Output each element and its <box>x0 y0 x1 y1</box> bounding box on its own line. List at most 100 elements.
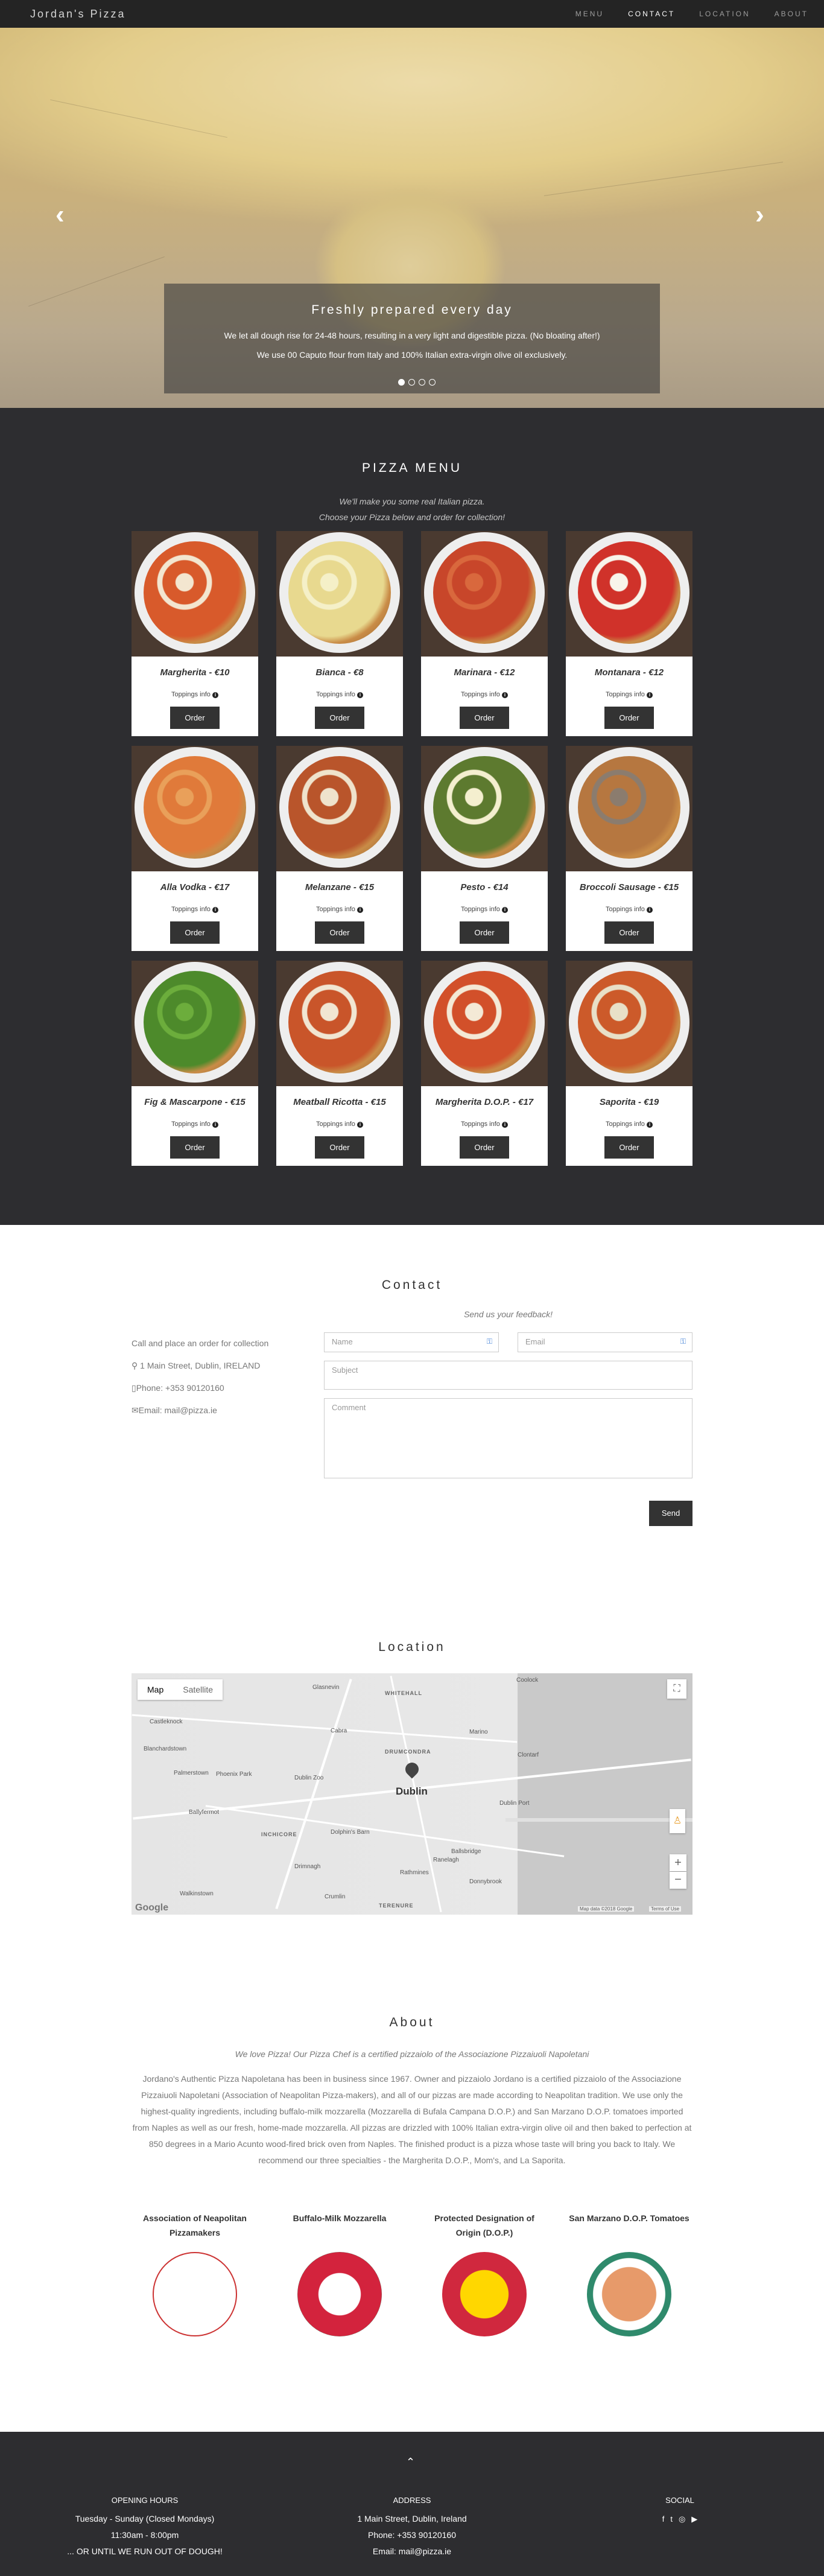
menu-title: PIZZA MENU <box>361 461 462 475</box>
footer-phone: Phone: +353 90120160 <box>368 2530 456 2540</box>
map-place-label: Ranelagh <box>433 1857 459 1863</box>
order-button[interactable]: Order <box>460 1136 509 1159</box>
toppings-info-link[interactable]: Toppings info i <box>421 691 548 698</box>
order-button[interactable]: Order <box>604 1136 654 1159</box>
instagram-icon[interactable]: ◎ <box>679 2511 685 2527</box>
email-placeholder: Email <box>525 1337 545 1346</box>
nav-item-location[interactable]: LOCATION <box>699 10 750 18</box>
map-tab-satellite[interactable]: Satellite <box>173 1679 223 1700</box>
map-place-label: Palmerstown <box>174 1770 209 1776</box>
order-button[interactable]: Order <box>170 1136 220 1159</box>
toppings-info-link[interactable]: Toppings info i <box>276 691 403 698</box>
contact-phone-row: ▯Phone: +353 90120160 <box>132 1383 268 1405</box>
zoom-in-icon[interactable]: + <box>670 1854 686 1871</box>
carousel-next-icon[interactable]: › <box>755 200 764 230</box>
toppings-info-link[interactable]: Toppings info i <box>132 1121 258 1128</box>
map-place-label: INCHICORE <box>261 1831 297 1837</box>
brand-logo-text[interactable]: Jordan's Pizza <box>30 8 126 21</box>
pizza-name: Margherita D.O.P. - €17 <box>435 1097 534 1107</box>
zoom-out-icon[interactable]: − <box>670 1872 686 1889</box>
nav-item-menu[interactable]: MENU <box>575 10 604 18</box>
order-button[interactable]: Order <box>604 921 654 944</box>
marble-vein <box>544 162 784 196</box>
nav-item-contact[interactable]: CONTACT <box>628 10 675 18</box>
order-button[interactable]: Order <box>604 707 654 729</box>
about-title: About <box>389 2015 435 2029</box>
order-button[interactable]: Order <box>315 707 364 729</box>
send-button[interactable]: Send <box>649 1501 692 1526</box>
email-field[interactable]: Email ⚿ <box>518 1332 692 1352</box>
carousel-dot[interactable] <box>398 379 405 386</box>
pizza-menu-section: PIZZA MENU We'll make you some real Ital… <box>0 408 824 1225</box>
info-icon: i <box>501 692 508 698</box>
pizza-card: Bianca - €8 Toppings info i Order <box>276 531 403 736</box>
info-icon: i <box>646 1122 653 1128</box>
toppings-info-link[interactable]: Toppings info i <box>566 906 692 913</box>
info-icon: i <box>357 692 363 698</box>
footer-address-line: 1 Main Street, Dublin, Ireland <box>357 2514 467 2524</box>
pizza-image <box>566 746 692 871</box>
facebook-icon[interactable]: f <box>662 2511 665 2527</box>
nav-item-about[interactable]: ABOUT <box>775 10 808 18</box>
carousel-dot[interactable] <box>408 379 415 386</box>
map-tab-map[interactable]: Map <box>138 1679 173 1700</box>
google-map[interactable]: Glasnevin WHITEHALL Coolock Cabra DRUMCONDRA… <box>132 1673 692 1915</box>
toppings-label: Toppings info <box>171 691 211 698</box>
pegman-icon[interactable]: ♙ <box>670 1809 685 1833</box>
pizza-card: Broccoli Sausage - €15 Toppings info i Ord… <box>566 746 692 951</box>
pizza-card: Saporita - €19 Toppings info i Order <box>566 961 692 1166</box>
pizza-pie <box>433 541 536 644</box>
about-lead: We love Pizza! Our Pizza Chef is a certi… <box>235 2049 589 2059</box>
carousel-dot[interactable] <box>429 379 436 386</box>
toppings-info-link[interactable]: Toppings info i <box>566 691 692 698</box>
pizza-pie <box>578 756 680 859</box>
order-button[interactable]: Order <box>315 921 364 944</box>
map-terms-link[interactable]: Terms of Use <box>649 1906 682 1912</box>
order-button[interactable]: Order <box>315 1136 364 1159</box>
toppings-info-link[interactable]: Toppings info i <box>276 906 403 913</box>
toppings-info-link[interactable]: Toppings info i <box>566 1121 692 1128</box>
toppings-label: Toppings info <box>316 906 355 913</box>
autofill-key-icon[interactable]: ⚿ <box>487 1337 492 1346</box>
order-button[interactable]: Order <box>460 707 509 729</box>
youtube-icon[interactable]: ▶ <box>691 2511 697 2527</box>
carousel-prev-icon[interactable]: ‹ <box>55 200 65 230</box>
order-button[interactable]: Order <box>170 921 220 944</box>
map-place-label: WHITEHALL <box>385 1690 422 1696</box>
map-road <box>275 1679 352 1909</box>
twitter-icon[interactable]: t <box>670 2511 673 2527</box>
autofill-key-icon[interactable]: ⚿ <box>680 1337 686 1346</box>
footer-address: ADDRESS 1 Main Street, Dublin, Ireland P… <box>319 2492 505 2560</box>
toppings-info-link[interactable]: Toppings info i <box>132 906 258 913</box>
comment-field[interactable]: Comment <box>324 1398 692 1478</box>
contact-section: Contact Call and place an order for coll… <box>0 1225 824 1587</box>
toppings-info-link[interactable]: Toppings info i <box>421 1121 548 1128</box>
map-marker-icon: ⚲ <box>132 1361 138 1370</box>
about-paragraph: Jordano's Authentic Pizza Napoletana has… <box>132 2074 692 2165</box>
order-button[interactable]: Order <box>460 921 509 944</box>
fullscreen-icon[interactable]: ⛶ <box>667 1679 686 1699</box>
badge-title: Protected Designation of Origin (D.O.P.) <box>434 2213 534 2237</box>
subject-field[interactable]: Subject <box>324 1361 692 1390</box>
map-road <box>205 1805 565 1857</box>
hero-carousel: ‹ › Freshly prepared every day We let al… <box>0 28 824 408</box>
map-pier <box>505 1818 692 1822</box>
google-logo[interactable]: Google <box>135 1903 168 1913</box>
info-icon: i <box>501 1122 508 1128</box>
toppings-info-link[interactable]: Toppings info i <box>276 1121 403 1128</box>
carousel-indicators <box>396 379 437 386</box>
toppings-info-link[interactable]: Toppings info i <box>421 906 548 913</box>
map-place-label: Dolphin's Barn <box>331 1829 370 1836</box>
scroll-top-icon[interactable]: ⌃ <box>406 2456 415 2469</box>
pizza-image <box>566 961 692 1086</box>
pizza-pie <box>578 541 680 644</box>
toppings-label: Toppings info <box>316 691 355 698</box>
carousel-dot[interactable] <box>419 379 425 386</box>
order-button[interactable]: Order <box>170 707 220 729</box>
toppings-info-link[interactable]: Toppings info i <box>132 691 258 698</box>
name-field[interactable]: Name ⚿ <box>324 1332 499 1352</box>
map-marker-icon[interactable] <box>402 1760 422 1779</box>
name-placeholder: Name <box>332 1337 353 1346</box>
badge-logo <box>297 2252 382 2336</box>
pizza-name: Margherita - €10 <box>160 667 230 678</box>
